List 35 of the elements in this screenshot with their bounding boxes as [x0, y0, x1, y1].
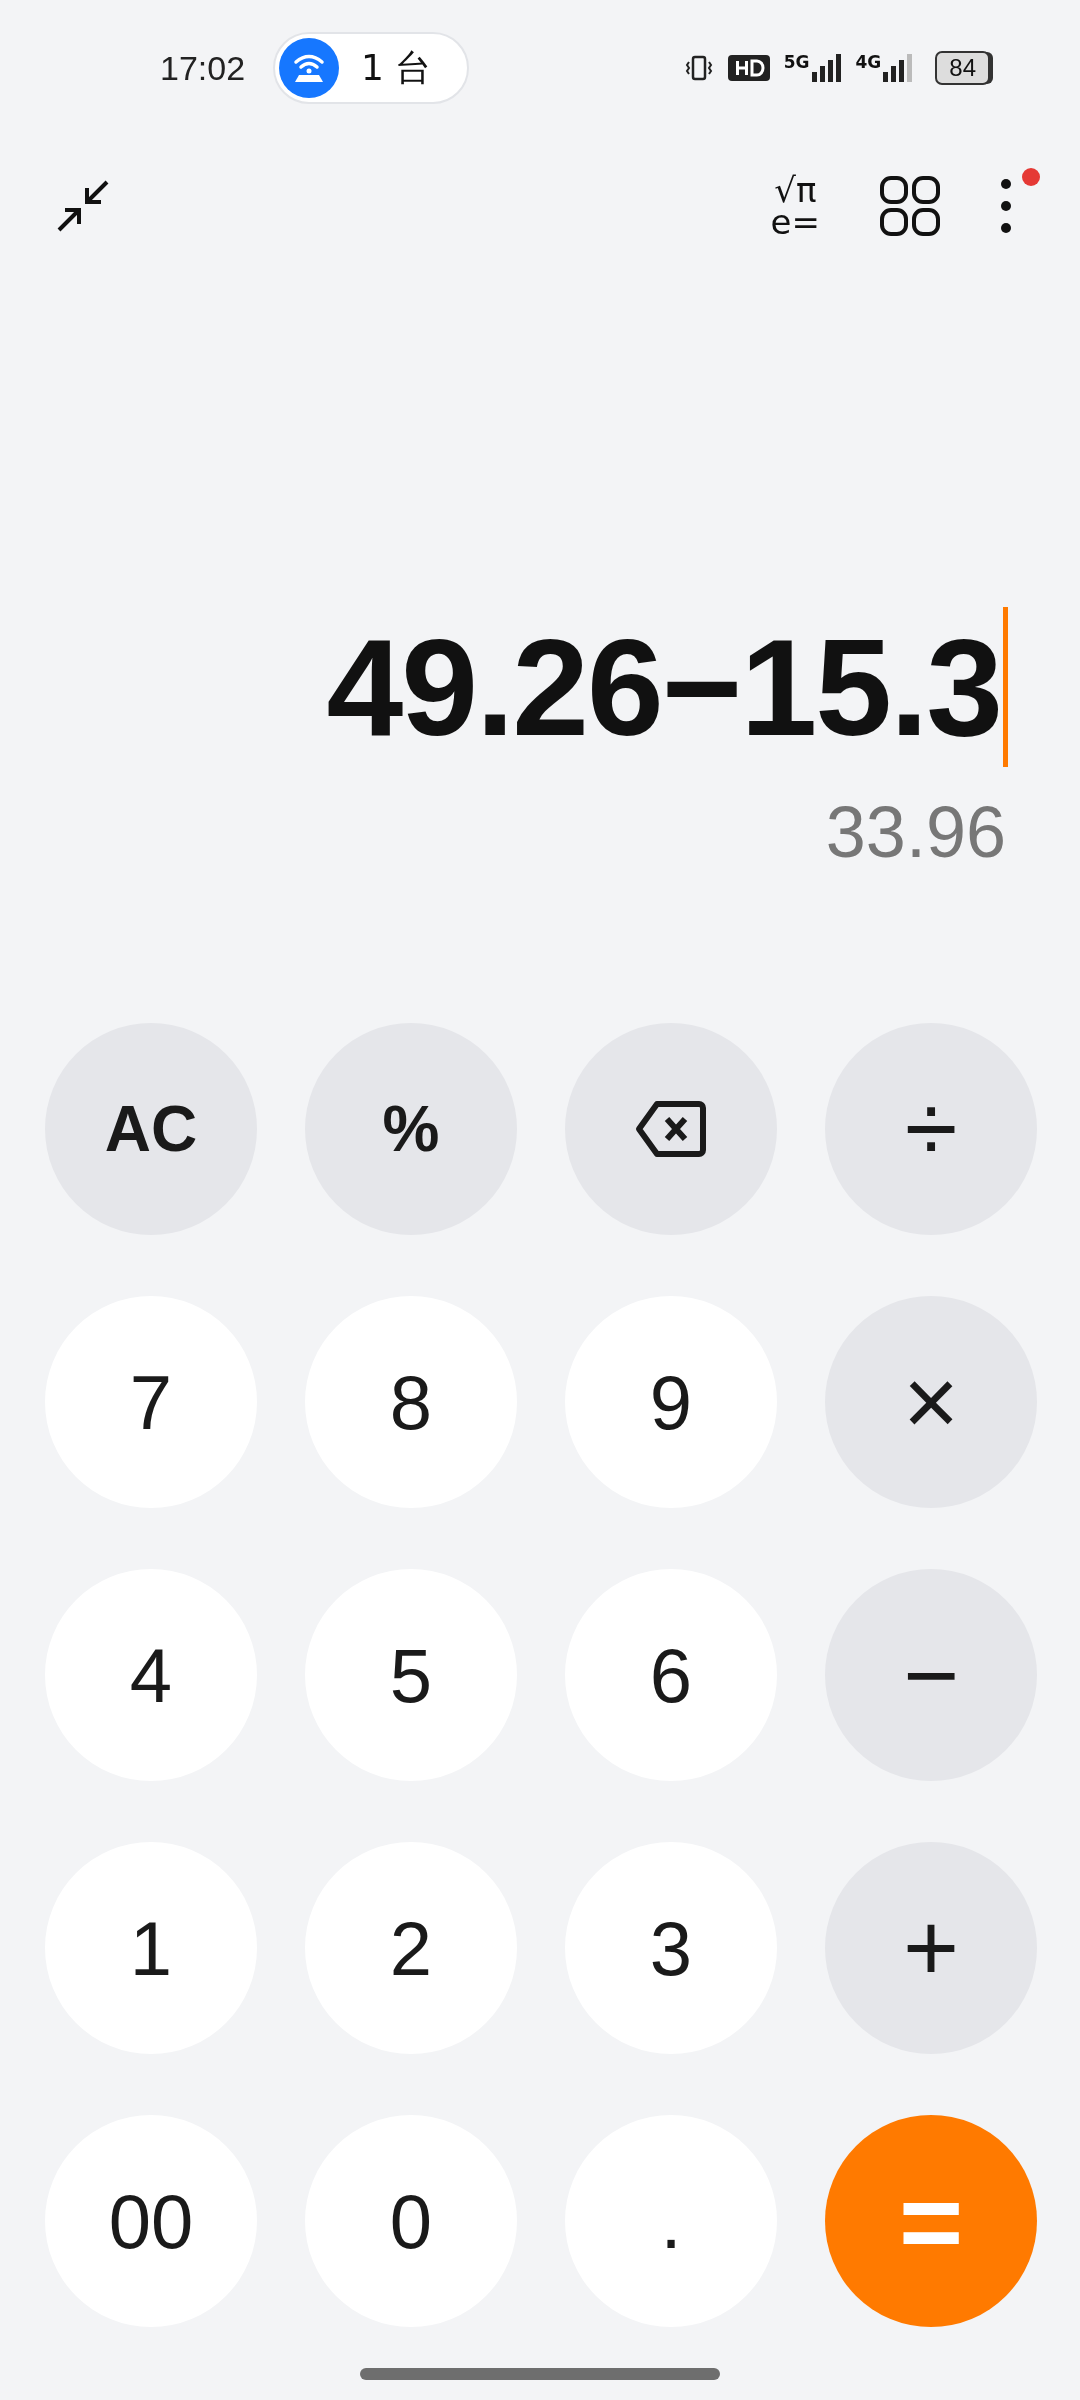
digit-key[interactable]: 7 — [45, 1296, 257, 1508]
signal-icon — [811, 54, 842, 82]
grid-icon[interactable] — [880, 176, 940, 236]
digit-key[interactable]: 1 — [45, 1842, 257, 2054]
scientific-toggle[interactable]: √π e= — [770, 173, 820, 239]
digit-key[interactable]: 8 — [305, 1296, 517, 1508]
digit-key[interactable]: 3 — [565, 1842, 777, 2054]
hd-icon — [727, 55, 770, 81]
digit-key[interactable]: 00 — [45, 2115, 257, 2327]
operator-key[interactable]: × — [825, 1296, 1037, 1508]
network-label: 5G — [783, 54, 810, 71]
signal-icon — [883, 54, 914, 82]
expression-text: 49.26−15.3 — [326, 608, 1001, 766]
battery-indicator: 84 — [935, 51, 990, 85]
network-label: 4G — [855, 54, 882, 71]
digit-key[interactable]: 0 — [305, 2115, 517, 2327]
hotspot-pill[interactable]: 1 台 — [273, 32, 470, 104]
operator-key[interactable]: ÷ — [825, 1023, 1037, 1235]
status-time: 17:02 — [160, 48, 246, 88]
menu-icon[interactable] — [1000, 178, 1012, 234]
digit-key[interactable]: 2 — [305, 1842, 517, 2054]
digit-key[interactable]: . — [565, 2115, 777, 2327]
digit-key[interactable]: 9 — [565, 1296, 777, 1508]
digit-key[interactable]: 5 — [305, 1569, 517, 1781]
digit-key[interactable]: 6 — [565, 1569, 777, 1781]
operator-key[interactable]: + — [825, 1842, 1037, 2054]
backspace-icon — [635, 1100, 707, 1158]
result-text: 33.96 — [825, 791, 1006, 873]
digit-key[interactable]: 4 — [45, 1569, 257, 1781]
function-key[interactable]: % — [305, 1023, 517, 1235]
vibrate-icon — [683, 53, 714, 83]
collapse-icon[interactable] — [55, 178, 111, 234]
function-key[interactable]: AC — [45, 1023, 257, 1235]
operator-key[interactable]: − — [825, 1569, 1037, 1781]
router-icon — [279, 38, 340, 98]
